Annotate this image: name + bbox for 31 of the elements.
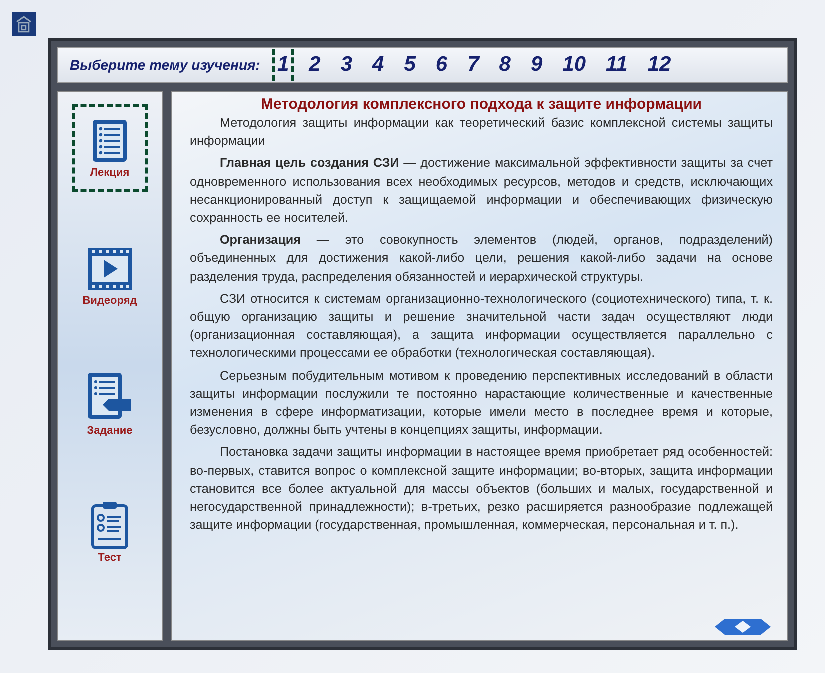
topic-tab[interactable]: 12 bbox=[642, 49, 676, 81]
lecture-paragraph: СЗИ относится к системам организационно-технологического (социотехнического) типа, т. к. общую организацию защиты и решение значительной части задач осуществляют люди (организационная составляющая), а защита информации осуществляется параллельно с технологическими процессами ее обработки (технологическая составляющая). bbox=[190, 290, 773, 362]
topic-tab[interactable]: 8 bbox=[494, 49, 516, 81]
lecture-paragraph: Организация — это совокупность элементов (людей, органов, подразделений) объединенных для достижения какой-либо цели, решения какой-либо задачи на основе разделения труда, распределения обязанностей и иерархической структуры. bbox=[190, 232, 773, 286]
topic-tab[interactable]: 6 bbox=[430, 49, 453, 81]
home-button[interactable] bbox=[12, 12, 36, 36]
home-icon bbox=[15, 15, 33, 33]
clipboard-checklist-icon bbox=[90, 500, 130, 550]
topic-tab[interactable]: 11 bbox=[601, 49, 633, 81]
sidebar-item[interactable]: Видеоряд bbox=[72, 232, 148, 320]
sidebar-item[interactable]: Лекция bbox=[72, 104, 148, 192]
topic-tab[interactable]: 7 bbox=[462, 49, 484, 81]
sidebar-item[interactable]: Тест bbox=[72, 488, 148, 576]
next-button[interactable] bbox=[713, 618, 773, 636]
lecture-paragraph: Постановка задачи защиты информации в настоящее время приобретает ряд особенностей: во-первых, ставится вопрос о комплексной защите информации; во-вторых, защита информации становится все более актуальной для массы объектов (больших и малых, государственной и негосударственной принадлежности); в-третьих, резко расширяется разнообразие подлежащей защите информации (государственная, промышленная, коммерческая, персональная и т. п.). bbox=[190, 444, 773, 534]
diamond-arrow-icon bbox=[713, 618, 773, 636]
document-list-icon bbox=[90, 117, 130, 165]
topic-tab[interactable]: 5 bbox=[399, 49, 421, 81]
topic-label: Выберите тему изучения: bbox=[70, 57, 260, 73]
topic-tab[interactable]: 10 bbox=[558, 49, 592, 81]
lecture-paragraph: Методология защиты информации как теоретический базис комплексной системы защиты информации bbox=[190, 115, 773, 150]
lecture-title: Методология комплексного подхода к защите информации bbox=[260, 96, 704, 113]
lecture-paragraph: Серьезным побудительным мотивом к проведению перспективных исследований в области защиты информации послужили те постоянно нарастающие количественные и качественные изменения в сфере информатизации, которые имели место в последнее время и которые, безусловно, должны быть учтены в концепциях защиты, информации. bbox=[190, 368, 773, 440]
sidebar-item[interactable]: Задание bbox=[72, 360, 148, 448]
topic-tab[interactable]: 1 bbox=[272, 49, 294, 81]
topic-tab[interactable]: 9 bbox=[526, 49, 548, 81]
topic-tab[interactable]: 4 bbox=[368, 49, 390, 81]
film-play-icon bbox=[86, 245, 134, 293]
topic-tab[interactable]: 2 bbox=[304, 49, 326, 81]
topic-tab[interactable]: 3 bbox=[336, 49, 358, 81]
lecture-paragraph: Главная цель создания СЗИ — достижение максимальной эффективности защиты за счет одновременного использования всех необходимых ресурсов, методов и средств, исключающих несанкционированный доступ к защищаемой информации и обеспечивающих физическую сохранность ее носителей. bbox=[190, 155, 773, 228]
